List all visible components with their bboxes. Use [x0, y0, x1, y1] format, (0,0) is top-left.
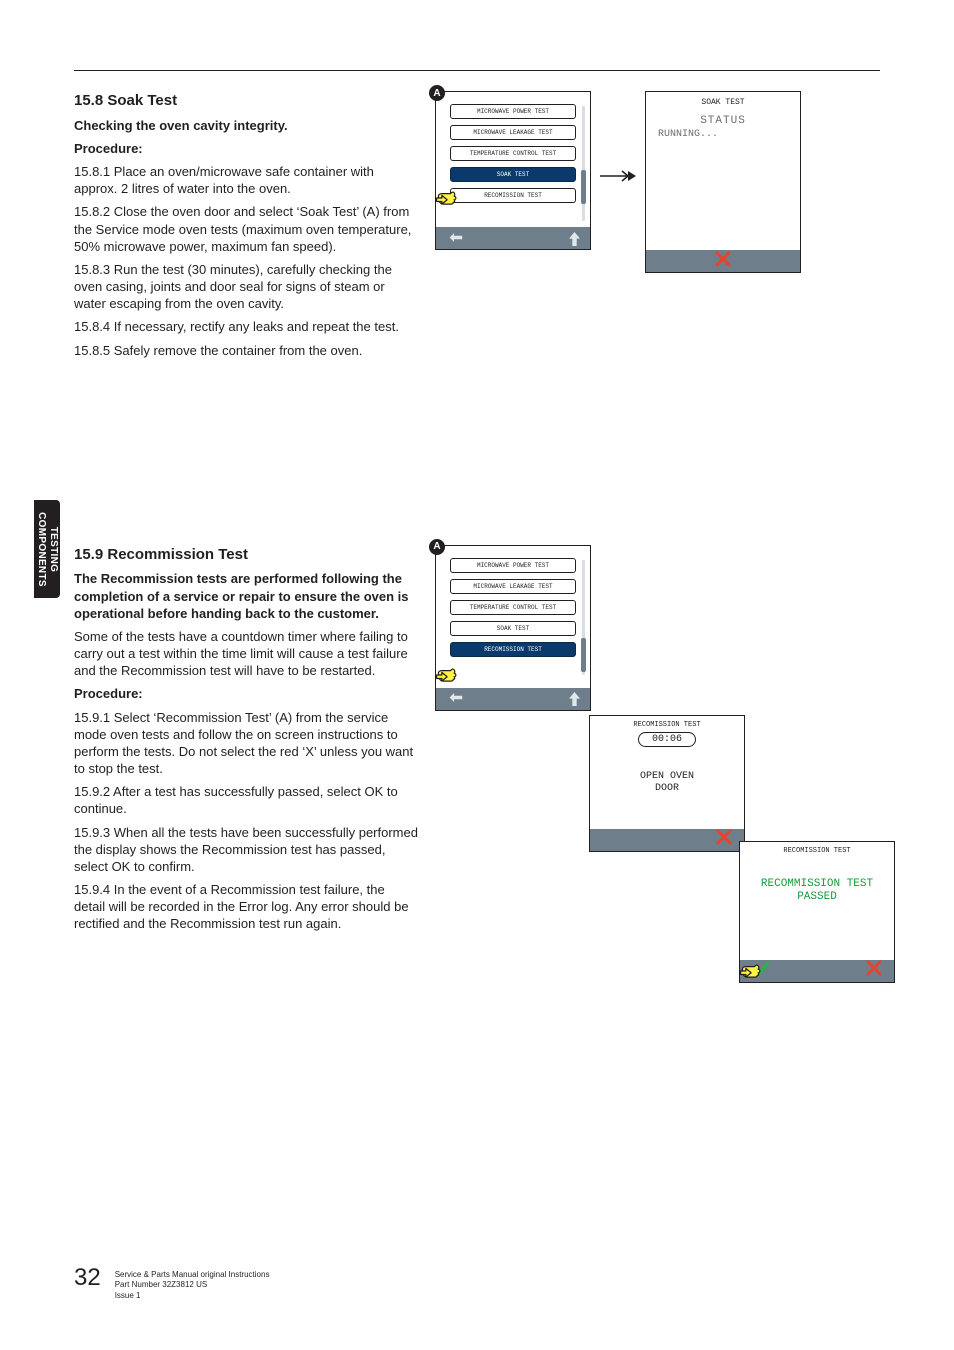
page: 15.8 Soak Test Checking the oven cavity …: [0, 0, 954, 1350]
soak-status-screen: SOAK TEST STATUS RUNNING...: [645, 91, 801, 273]
soak-test-subhead: Checking the oven cavity integrity.: [74, 117, 419, 134]
status-value: RUNNING...: [646, 127, 800, 140]
status-screen-title: SOAK TEST: [646, 92, 800, 109]
passed-message: RECOMMISSION TEST PASSED: [740, 878, 894, 960]
test-menu-screen: A MICROWAVE POWER TEST MICROWAVE LEAKAGE…: [435, 91, 591, 250]
passed-msg-line2: PASSED: [740, 891, 894, 905]
menu-item-recommission[interactable]: RECOMISSION TEST: [450, 188, 576, 203]
status-label: STATUS: [646, 115, 800, 127]
flow-arrow-icon: [595, 91, 641, 261]
menu-item-microwave-power[interactable]: MICROWAVE POWER TEST: [450, 104, 576, 119]
passed-screen-title: RECOMISSION TEST: [740, 842, 894, 878]
section-soak-test: 15.8 Soak Test Checking the oven cavity …: [74, 91, 880, 365]
menu-scrollbar[interactable]: [581, 106, 586, 221]
figure-recommission: A MICROWAVE POWER TEST MICROWAVE LEAKAGE…: [435, 545, 905, 1045]
step-15-8-4: 15.8.4 If necessary, rectify any leaks a…: [74, 318, 419, 335]
step-15-9-3: 15.9.3 When all the tests have been succ…: [74, 824, 419, 875]
menu-scrollbar-2[interactable]: [581, 560, 586, 675]
recommission-timer-screen: RECOMISSION TEST 00:06 OPEN OVEN DOOR: [589, 715, 745, 852]
back-icon[interactable]: [446, 231, 464, 246]
menu-item-microwave-leakage-2[interactable]: MICROWAVE LEAKAGE TEST: [450, 579, 576, 594]
step-15-8-2: 15.8.2 Close the oven door and select ‘S…: [74, 203, 419, 254]
pointer-hand-icon-3: [738, 957, 766, 985]
menu-item-microwave-leakage[interactable]: MICROWAVE LEAKAGE TEST: [450, 125, 576, 140]
step-15-8-5: 15.8.5 Safely remove the container from …: [74, 342, 419, 359]
back-icon-2[interactable]: [446, 691, 464, 706]
figure-soak-test: A MICROWAVE POWER TEST MICROWAVE LEAKAGE…: [435, 91, 880, 273]
pointer-hand-icon: [434, 184, 462, 212]
pointer-hand-icon-2: [434, 661, 462, 689]
page-number: 32: [74, 1264, 101, 1292]
up-arrow-icon-2[interactable]: [569, 692, 580, 705]
footer-info: Service & Parts Manual original Instruct…: [115, 1264, 270, 1302]
menu-item-temperature-control[interactable]: TEMPERATURE CONTROL TEST: [450, 146, 576, 161]
menu-item-microwave-power-2[interactable]: MICROWAVE POWER TEST: [450, 558, 576, 573]
passed-msg-line1: RECOMMISSION TEST: [740, 878, 894, 892]
timer-msg-line1: OPEN OVEN: [590, 771, 744, 784]
recommission-heading: 15.9 Recommission Test: [74, 545, 419, 565]
recommission-text: 15.9 Recommission Test The Recommission …: [74, 545, 419, 939]
procedure-label-2: Procedure:: [74, 685, 419, 702]
step-15-8-3: 15.8.3 Run the test (30 minutes), carefu…: [74, 261, 419, 312]
menu-item-temperature-control-2[interactable]: TEMPERATURE CONTROL TEST: [450, 600, 576, 615]
section-recommission-test: 15.9 Recommission Test The Recommission …: [74, 545, 880, 1045]
menu-item-soak-test-2[interactable]: SOAK TEST: [450, 621, 576, 636]
soak-test-heading: 15.8 Soak Test: [74, 91, 419, 111]
soak-test-text: 15.8 Soak Test Checking the oven cavity …: [74, 91, 419, 365]
chapter-tab-line2: COMPONENTS: [36, 512, 47, 587]
cancel-x-icon-2[interactable]: [716, 829, 732, 850]
cancel-x-icon-3[interactable]: [866, 960, 882, 981]
test-menu-screen-2: A MICROWAVE POWER TEST MICROWAVE LEAKAGE…: [435, 545, 591, 711]
step-15-9-2: 15.9.2 After a test has successfully pas…: [74, 783, 419, 817]
chapter-tab: TESTING COMPONENTS: [34, 500, 60, 598]
footer-line-2: Part Number 32Z3812 US: [115, 1280, 270, 1291]
step-15-9-1: 15.9.1 Select ‘Recommission Test’ (A) fr…: [74, 709, 419, 778]
recommission-subhead: The Recommission tests are performed fol…: [74, 570, 419, 621]
footer-line-3: Issue 1: [115, 1291, 270, 1302]
cancel-x-icon[interactable]: [715, 251, 731, 272]
procedure-label: Procedure:: [74, 140, 419, 157]
up-arrow-icon[interactable]: [569, 232, 580, 245]
recommission-intro: Some of the tests have a countdown timer…: [74, 628, 419, 679]
page-footer: 32 Service & Parts Manual original Instr…: [74, 1264, 269, 1302]
marker-a: A: [429, 85, 445, 101]
recommission-passed-screen: RECOMISSION TEST RECOMMISSION TEST PASSE…: [739, 841, 895, 983]
menu-item-soak-test[interactable]: SOAK TEST: [450, 167, 576, 182]
timer-instruction: OPEN OVEN DOOR: [590, 771, 744, 829]
top-rule: [74, 70, 880, 71]
countdown-timer: 00:06: [638, 732, 696, 747]
timer-msg-line2: DOOR: [590, 783, 744, 796]
footer-line-1: Service & Parts Manual original Instruct…: [115, 1270, 270, 1281]
marker-a-2: A: [429, 539, 445, 555]
timer-screen-title: RECOMISSION TEST: [590, 716, 744, 732]
chapter-tab-line1: TESTING: [48, 526, 59, 571]
step-15-9-4: 15.9.4 In the event of a Recommission te…: [74, 881, 419, 932]
menu-item-recommission-2[interactable]: RECOMISSION TEST: [450, 642, 576, 657]
step-15-8-1: 15.8.1 Place an oven/microwave safe cont…: [74, 163, 419, 197]
